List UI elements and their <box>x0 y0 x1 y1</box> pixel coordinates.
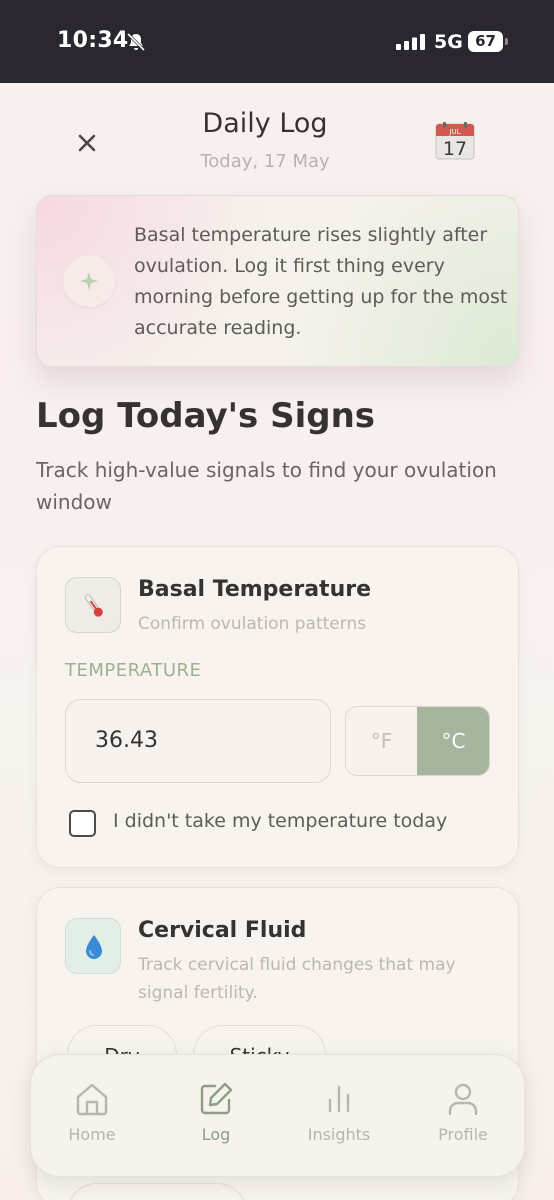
skip-temperature-label[interactable]: I didn't take my temperature today <box>113 810 447 832</box>
fluid-option-more[interactable] <box>67 1183 247 1200</box>
bell-slash-icon <box>126 32 146 52</box>
tip-card: Basal temperature rises slightly after o… <box>36 195 519 367</box>
droplet-icon-tile <box>65 918 121 974</box>
battery-icon: 67 <box>468 31 508 52</box>
thermometer-icon-tile <box>65 577 121 633</box>
unit-celsius-option[interactable]: °C <box>417 707 489 775</box>
status-time: 10:34 <box>57 28 129 53</box>
nav-label-log: Log <box>201 1125 231 1144</box>
calendar-day: 17 <box>443 138 467 160</box>
nav-item-log[interactable]: Log <box>166 1081 266 1144</box>
network-label: 5G <box>434 31 463 53</box>
sparkle-icon-wrap <box>63 255 115 307</box>
unit-fahrenheit-option[interactable]: °F <box>346 707 417 775</box>
temperature-input[interactable]: 36.43 <box>65 699 331 783</box>
section-subtitle: Track high-value signals to find your ov… <box>36 458 497 514</box>
nav-label-insights: Insights <box>307 1125 371 1144</box>
temperature-card-subtitle: Confirm ovulation patterns <box>138 614 367 634</box>
droplet-icon <box>86 935 102 959</box>
calendar-month: JUL <box>448 128 460 136</box>
tip-text: Basal temperature rises slightly after o… <box>134 224 508 339</box>
user-icon <box>448 1083 478 1116</box>
edit-icon <box>200 1082 233 1115</box>
battery-level: 67 <box>468 31 503 52</box>
nav-label-home: Home <box>68 1125 116 1144</box>
header: Daily Log Today, 17 May JUL 17 <box>0 100 554 180</box>
calendar-icon[interactable]: JUL 17 <box>435 122 475 160</box>
nav-label-profile: Profile <box>438 1125 488 1144</box>
home-icon <box>76 1083 108 1116</box>
basal-temperature-card: Basal Temperature Confirm ovulation patt… <box>36 546 519 868</box>
bottom-nav: Home Log Insights Profile <box>30 1054 525 1177</box>
sparkle-icon <box>80 272 98 290</box>
fluid-card-title: Cervical Fluid <box>138 918 307 943</box>
temperature-field-label: TEMPERATURE <box>65 660 202 681</box>
nav-item-insights[interactable]: Insights <box>289 1081 389 1144</box>
unit-toggle: °F °C <box>345 706 490 776</box>
signal-icon <box>396 34 425 50</box>
thermometer-icon <box>84 594 103 617</box>
fluid-card-subtitle: Track cervical fluid changes that may si… <box>138 955 456 1003</box>
bar-chart-icon <box>328 1085 350 1113</box>
nav-item-home[interactable]: Home <box>42 1081 142 1144</box>
nav-item-profile[interactable]: Profile <box>413 1081 513 1144</box>
status-bar: 10:34 5G 67 <box>0 0 554 83</box>
temperature-card-title: Basal Temperature <box>138 577 371 602</box>
skip-temperature-checkbox[interactable] <box>69 810 96 837</box>
section-title: Log Today's Signs <box>36 396 376 436</box>
